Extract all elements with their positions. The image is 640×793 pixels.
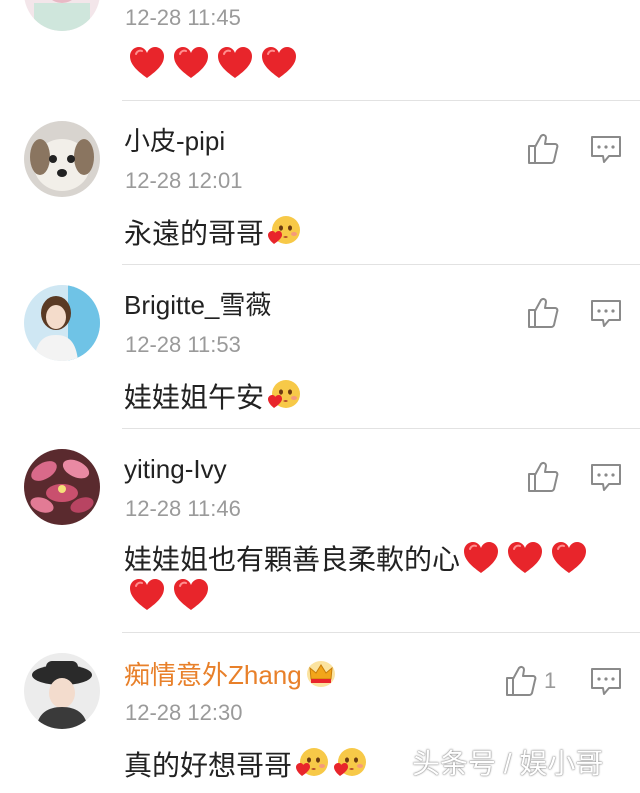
blushing-heart-emoji-icon bbox=[268, 214, 302, 248]
avatar[interactable] bbox=[24, 449, 100, 525]
heart-icon bbox=[172, 46, 210, 80]
comment-text: 娃娃姐午安 bbox=[124, 378, 302, 412]
divider bbox=[122, 632, 640, 633]
heart-icon bbox=[216, 46, 254, 80]
avatar[interactable] bbox=[24, 285, 100, 361]
comment-author[interactable]: yiting-Ivy bbox=[124, 456, 227, 482]
reply-comment-icon[interactable] bbox=[589, 132, 623, 166]
avatar[interactable] bbox=[24, 0, 100, 31]
divider bbox=[122, 100, 640, 101]
comment-author[interactable]: 痴情意外Zhang bbox=[124, 660, 336, 688]
comment-time: 12-28 11:45 bbox=[125, 5, 241, 30]
like-icon[interactable] bbox=[526, 460, 560, 494]
comment-text: 永遠的哥哥 bbox=[124, 214, 302, 248]
blushing-heart-emoji-icon bbox=[268, 378, 302, 412]
crown-icon bbox=[306, 660, 336, 688]
divider bbox=[122, 264, 640, 265]
like-count: 1 bbox=[544, 668, 557, 693]
heart-icon bbox=[260, 46, 298, 80]
heart-icon bbox=[128, 46, 166, 80]
avatar[interactable] bbox=[24, 653, 100, 729]
reply-comment-icon[interactable] bbox=[589, 664, 623, 698]
watermark: 头条号 / 娱小哥 bbox=[412, 748, 604, 779]
reply-comment-icon[interactable] bbox=[589, 296, 623, 330]
heart-icon bbox=[462, 541, 500, 575]
comment-time: 12-28 11:46 bbox=[125, 496, 241, 521]
comment-author[interactable]: Brigitte_雪薇 bbox=[124, 292, 271, 318]
like-icon[interactable] bbox=[526, 132, 560, 166]
like-icon[interactable] bbox=[526, 296, 560, 330]
hearts-row bbox=[128, 578, 210, 612]
hearts-row bbox=[128, 46, 298, 80]
divider bbox=[122, 428, 640, 429]
comment-time: 12-28 12:30 bbox=[125, 700, 243, 725]
comment-author[interactable]: 小皮-pipi bbox=[124, 128, 225, 154]
heart-icon bbox=[128, 578, 166, 612]
reply-comment-icon[interactable] bbox=[589, 460, 623, 494]
blushing-heart-emoji-icon bbox=[334, 746, 368, 780]
heart-icon bbox=[550, 541, 588, 575]
avatar[interactable] bbox=[24, 121, 100, 197]
like-icon[interactable] bbox=[504, 664, 538, 698]
heart-icon bbox=[172, 578, 210, 612]
heart-icon bbox=[506, 541, 544, 575]
blushing-heart-emoji-icon bbox=[296, 746, 330, 780]
comment-text: 真的好想哥哥 bbox=[124, 746, 368, 780]
comment-time: 12-28 11:53 bbox=[125, 332, 241, 357]
comment-time: 12-28 12:01 bbox=[125, 168, 243, 193]
comment-text: 娃娃姐也有顆善良柔軟的心 bbox=[124, 541, 588, 575]
